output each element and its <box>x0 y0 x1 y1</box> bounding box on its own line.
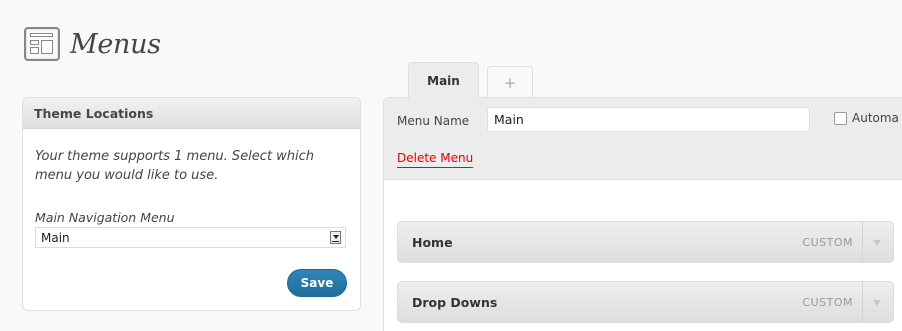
divider <box>862 282 863 322</box>
theme-locations-description: Your theme supports 1 menu. Select which… <box>35 149 315 183</box>
menu-name-input[interactable]: Main <box>487 107 810 132</box>
select-arrow-icon[interactable] <box>330 231 341 244</box>
menus-icon <box>24 27 60 61</box>
auto-add-pages-checkbox[interactable]: Automa <box>834 111 899 125</box>
tab-main[interactable]: Main <box>408 62 479 99</box>
divider <box>862 222 863 262</box>
theme-locations-widget: Theme Locations Your theme supports 1 me… <box>22 97 361 311</box>
main-navigation-select[interactable]: Main <box>35 227 346 248</box>
menu-name-label: Menu Name <box>397 114 470 128</box>
main-navigation-select-value: Main <box>41 230 70 245</box>
page-header: Menus <box>24 26 161 62</box>
menu-editor-panel: Menu Name Main Automa Delete Menu Home C… <box>383 97 902 331</box>
theme-locations-title: Theme Locations <box>23 98 360 129</box>
main-navigation-label: Main Navigation Menu <box>35 210 175 225</box>
menu-editor-header: Menu Name Main Automa Delete Menu <box>384 98 902 180</box>
menu-item-type: CUSTOM <box>802 295 853 309</box>
menu-item-title: Drop Downs <box>412 294 498 310</box>
save-button[interactable]: Save <box>287 269 347 297</box>
checkbox-icon[interactable] <box>834 111 847 125</box>
delete-menu-link[interactable]: Delete Menu <box>397 151 474 168</box>
auto-add-pages-label: Automa <box>852 111 899 125</box>
menu-item[interactable]: Home CUSTOM <box>397 221 894 263</box>
tab-add-menu[interactable]: + <box>487 66 533 98</box>
expand-arrow-icon[interactable] <box>873 300 881 306</box>
page-title: Menus <box>70 28 161 60</box>
menu-item-title: Home <box>412 234 453 250</box>
expand-arrow-icon[interactable] <box>873 240 881 246</box>
menu-item[interactable]: Drop Downs CUSTOM <box>397 281 894 323</box>
menu-item-type: CUSTOM <box>802 235 853 249</box>
